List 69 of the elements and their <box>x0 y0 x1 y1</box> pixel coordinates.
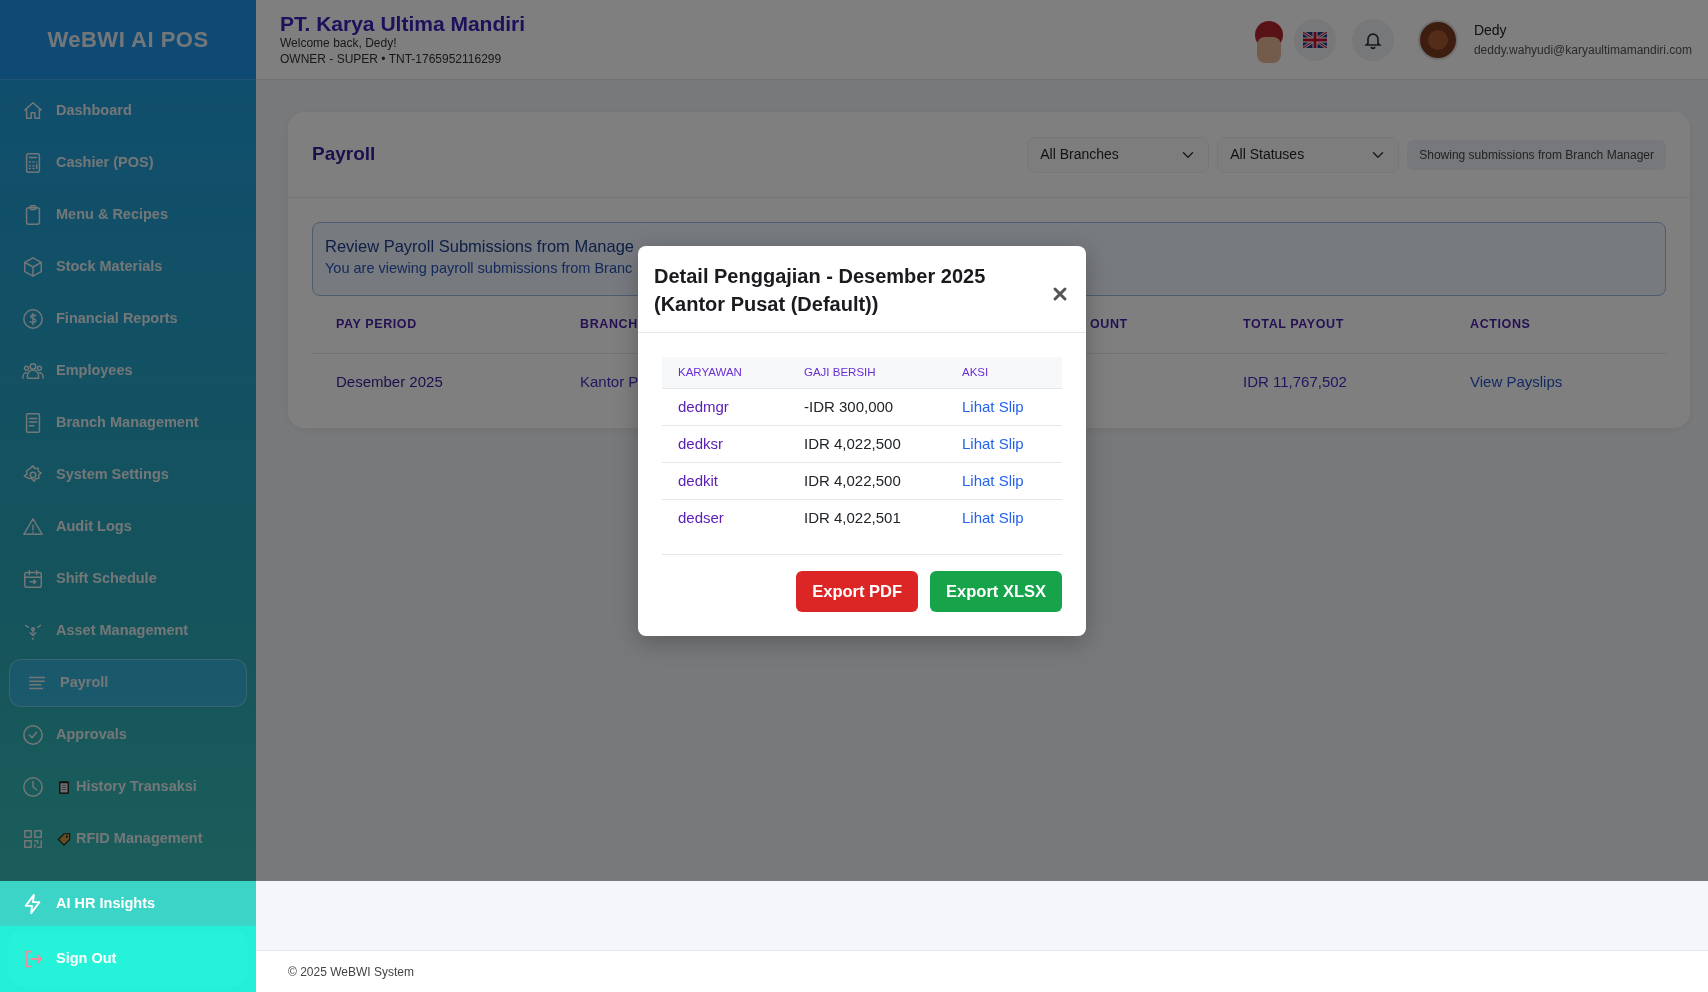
table-cell-text: Desember 2025 <box>336 371 443 392</box>
sidebar-item[interactable]: Dashboard <box>9 87 247 135</box>
home-icon <box>22 100 44 122</box>
column-header: ACTIONS <box>1470 316 1531 334</box>
status-select[interactable]: All Statuses <box>1217 136 1400 173</box>
sidebar-item[interactable]: Stock Materials <box>9 243 247 291</box>
calendar-icon <box>22 568 44 590</box>
user-name: Dedy <box>1473 21 1508 40</box>
tag-emoji-icon <box>56 830 72 848</box>
sidebar-item[interactable]: Cashier (POS) <box>9 139 247 187</box>
sidebar-item[interactable]: Asset Management <box>9 607 247 655</box>
dialog-title: Detail Penggajian - Desember 2025 (Kantor Pusat (Default)) <box>654 264 987 317</box>
alert-title: Review Payroll Submissions from Manage <box>325 236 635 257</box>
sidebar-item[interactable]: Financial Reports <box>9 295 247 343</box>
cube-icon <box>22 256 44 278</box>
clock-icon <box>22 776 44 798</box>
sidebar-item[interactable]: Employees <box>9 347 247 395</box>
check-circle-icon <box>22 724 44 746</box>
view-payslips-link[interactable]: View Payslips <box>1470 370 1563 394</box>
sidebar-item[interactable]: Shift Schedule <box>9 555 247 603</box>
column-header: TOTAL PAYOUT <box>1243 316 1344 334</box>
view-slip-link[interactable]: Lihat Slip <box>962 395 1024 419</box>
column-header: GAJI BERSIH <box>788 357 946 389</box>
qr-code-icon <box>22 828 44 850</box>
people-icon <box>22 360 44 382</box>
alert-text: You are viewing payroll submissions from Branc <box>325 259 633 279</box>
column-header: OUNT <box>1090 316 1128 334</box>
user-email: deddy.wahyudi@karyaultimamandiri.com <box>1473 42 1692 59</box>
user-avatar-icon <box>1417 19 1458 60</box>
app-brand: WeBWI AI POS <box>0 0 256 80</box>
table-cell-text: IDR 11,767,502 <box>1243 371 1347 392</box>
sidebar-item[interactable]: History Transaksi <box>9 763 247 811</box>
view-slip-link[interactable]: Lihat Slip <box>962 469 1024 493</box>
table-cell-text: IDR 4,022,501 <box>803 508 902 529</box>
column-header: AKSI <box>946 357 1062 389</box>
column-header: BRANCH <box>580 316 638 334</box>
sidebar-item[interactable]: Branch Management <box>9 399 247 447</box>
export-xlsx-button[interactable]: Export XLSX <box>930 571 1062 612</box>
welcome-text: Welcome back, Dedy! <box>280 35 398 52</box>
table-cell-text: dedser <box>677 508 725 529</box>
sidebar-item[interactable]: RFID Management <box>9 815 247 863</box>
table-cell: IDR 4,022,500 <box>788 463 946 500</box>
sidebar-item[interactable]: Approvals <box>9 711 247 759</box>
sign-out-button[interactable]: Sign Out <box>8 931 248 987</box>
table-cell: -IDR 300,000 <box>788 389 946 426</box>
footer-copyright: © 2025 WeBWI System <box>256 951 1708 992</box>
table-cell: dedkit <box>662 463 788 500</box>
table-cell: dedmgr <box>662 389 788 426</box>
sidebar-item[interactable]: Menu & Recipes <box>9 191 247 239</box>
table-cell-text: Kantor P <box>580 371 639 392</box>
page-title: Payroll <box>312 142 377 167</box>
ai-insights-link[interactable]: AI HR Insights <box>0 881 256 926</box>
role-text: OWNER - SUPER • TNT-1765952116299 <box>280 51 503 68</box>
sidebar-item[interactable]: Audit Logs <box>9 503 247 551</box>
table-cell: IDR 4,022,500 <box>788 426 946 463</box>
branch-select[interactable]: All Branches <box>1027 136 1210 173</box>
clipboard-emoji-icon <box>56 778 72 796</box>
view-slip-link[interactable]: Lihat Slip <box>962 432 1024 456</box>
submissions-note: Showing submissions from Branch Manager <box>1407 139 1666 170</box>
column-header: KARYAWAN <box>662 357 788 389</box>
dollar-circle-icon <box>22 308 44 330</box>
company-name: PT. Karya Ultima Mandiri <box>280 11 527 35</box>
column-header: PAY PERIOD <box>336 316 417 334</box>
view-slip-link[interactable]: Lihat Slip <box>962 507 1024 530</box>
warning-icon <box>22 516 44 538</box>
sidebar-item[interactable]: System Settings <box>9 451 247 499</box>
table-cell: dedksr <box>662 426 788 463</box>
export-pdf-button[interactable]: Export PDF <box>796 571 919 612</box>
flag-icon <box>1302 31 1327 48</box>
